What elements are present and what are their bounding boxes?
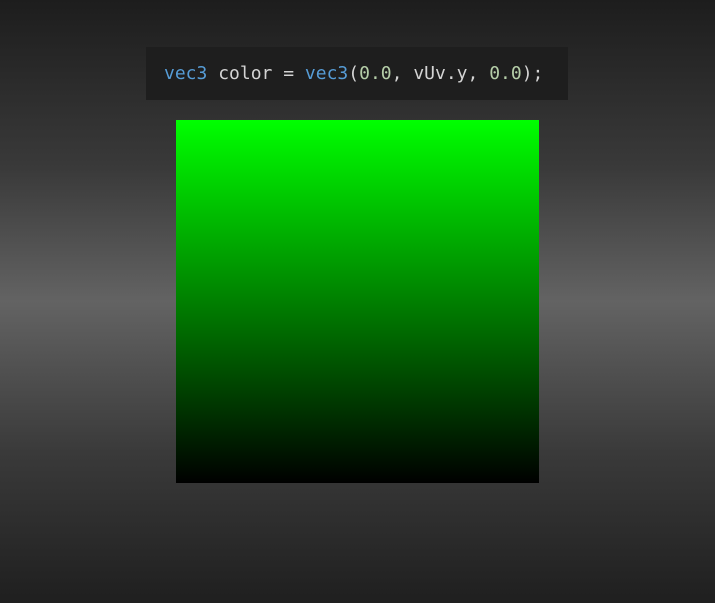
- code-close: );: [521, 63, 544, 84]
- code-arg-red: 0.0: [359, 63, 392, 84]
- code-comma-1: ,: [391, 63, 414, 84]
- code-arg-green: vUv.y: [413, 63, 468, 84]
- shader-output-canvas: [176, 120, 539, 483]
- code-arg-blue: 0.0: [489, 63, 522, 84]
- code-constructor-keyword: vec3: [304, 63, 349, 84]
- shader-code-snippet: vec3 color = vec3(0.0, vUv.y, 0.0);: [146, 47, 568, 100]
- code-open-paren: (: [348, 63, 360, 84]
- code-type-keyword: vec3: [164, 63, 208, 84]
- code-comma-2: ,: [467, 63, 490, 84]
- code-variable-assignment: color =: [207, 63, 305, 84]
